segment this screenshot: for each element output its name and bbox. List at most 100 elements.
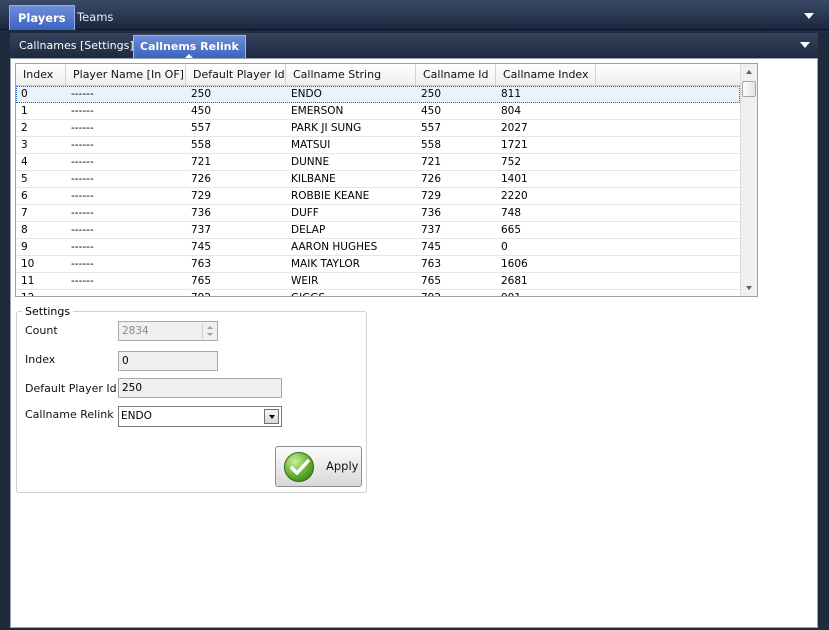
- chevron-down-icon[interactable]: [800, 42, 810, 48]
- cell-callname-id: 721: [421, 156, 442, 168]
- cell-callname-id: 792: [416, 290, 496, 296]
- chevron-down-icon[interactable]: [804, 13, 814, 19]
- column-header-callname-string[interactable]: Callname String: [286, 64, 416, 86]
- cell-default-player-id: 721: [191, 156, 212, 168]
- cell-player-name: ------: [71, 88, 94, 100]
- cell-default-player-id: 765: [191, 275, 212, 287]
- table-row[interactable]: 12------792GIGGS792901: [16, 290, 740, 296]
- cell-player-name: ------: [71, 122, 94, 134]
- cell-player-name: ------: [71, 207, 94, 219]
- column-header-default-player-id[interactable]: Default Player Id: [186, 64, 286, 86]
- cell-callname-id: 736: [421, 207, 442, 219]
- cell-index: 4: [21, 156, 28, 168]
- table-row[interactable]: 11 ------ 765 WEIR 765 2681: [16, 273, 740, 290]
- grid-header: Index Player Name [In OF] Default Player…: [16, 64, 740, 86]
- cell-callname-string: MATSUI: [291, 139, 331, 151]
- table-row[interactable]: 2 ------ 557 PARK JI SUNG 557 2027: [16, 120, 740, 137]
- cell-callname-index: 811: [501, 88, 522, 100]
- cell-callname-string: KILBANE: [291, 173, 336, 185]
- cell-player-name: ------: [71, 224, 94, 236]
- cell-callname-string: WEIR: [291, 275, 319, 287]
- cell-index: 8: [21, 224, 28, 236]
- cell-callname-index: 1721: [501, 139, 528, 151]
- column-header-player-name[interactable]: Player Name [In OF]: [66, 64, 186, 86]
- cell-default-player-id: 792: [186, 290, 286, 296]
- tab-players[interactable]: Players: [9, 5, 75, 30]
- index-value: 0: [122, 355, 129, 367]
- table-row[interactable]: 3 ------ 558 MATSUI 558 1721: [16, 137, 740, 154]
- cell-callname-id: 745: [421, 241, 442, 253]
- tab-callnames-settings-label: Callnames [Settings]: [19, 39, 134, 52]
- callname-relink-select[interactable]: ENDO: [118, 406, 282, 427]
- cell-callname-index: 748: [501, 207, 522, 219]
- cell-index: 7: [21, 207, 28, 219]
- apply-button[interactable]: Apply: [275, 446, 362, 487]
- index-field[interactable]: 0: [118, 351, 218, 371]
- cell-index: 3: [21, 139, 28, 151]
- main-tab-strip: Players Teams: [0, 0, 829, 30]
- arrow-down-icon: [746, 286, 752, 290]
- default-player-id-field[interactable]: 250: [118, 378, 282, 398]
- dropdown-button[interactable]: [264, 409, 279, 424]
- cell-callname-string: DUNNE: [291, 156, 330, 168]
- scroll-up-button[interactable]: [741, 64, 757, 80]
- cell-default-player-id: 558: [191, 139, 212, 151]
- cell-player-name: ------: [71, 156, 94, 168]
- table-row[interactable]: 5 ------ 726 KILBANE 726 1401: [16, 171, 740, 188]
- cell-index: 0: [21, 88, 28, 100]
- tab-players-label: Players: [18, 11, 66, 25]
- cell-callname-index: 1401: [501, 173, 528, 185]
- cell-callname-id: 450: [421, 105, 442, 117]
- default-player-id-value: 250: [122, 382, 143, 394]
- table-row[interactable]: 6 ------ 729 ROBBIE KEANE 729 2220: [16, 188, 740, 205]
- default-player-id-label: Default Player Id: [25, 382, 117, 395]
- cell-player-name: ------: [71, 190, 94, 202]
- cell-index: 12: [16, 290, 66, 296]
- callname-relink-value: ENDO: [121, 410, 152, 422]
- callname-relink-label: Callname Relink: [25, 408, 114, 421]
- cell-callname-string: EMERSON: [291, 105, 344, 117]
- cell-player-name: ------: [71, 173, 94, 185]
- cell-default-player-id: 763: [191, 258, 212, 270]
- cell-player-name: ------: [71, 105, 94, 117]
- table-row[interactable]: 10 ------ 763 MAIK TAYLOR 763 1606: [16, 256, 740, 273]
- cell-default-player-id: 737: [191, 224, 212, 236]
- scroll-thumb[interactable]: [742, 81, 756, 97]
- table-row[interactable]: 4 ------ 721 DUNNE 721 752: [16, 154, 740, 171]
- table-row[interactable]: 9 ------ 745 AARON HUGHES 745 0: [16, 239, 740, 256]
- column-header-index[interactable]: Index: [16, 64, 66, 86]
- settings-group: Settings Count 2834 Index 0 Default Play…: [16, 305, 367, 493]
- table-row[interactable]: 1 ------ 450 EMERSON 450 804: [16, 103, 740, 120]
- count-value: 2834: [122, 325, 149, 337]
- cell-callname-id: 558: [421, 139, 442, 151]
- cell-callname-index: 804: [501, 105, 522, 117]
- tab-callnems-relink[interactable]: Callnems Relink: [133, 35, 246, 59]
- cell-index: 5: [21, 173, 28, 185]
- cell-callname-id: 557: [421, 122, 442, 134]
- cell-default-player-id: 726: [191, 173, 212, 185]
- scroll-down-button[interactable]: [741, 280, 757, 296]
- arrow-up-icon: [746, 70, 752, 74]
- count-stepper: 2834: [118, 321, 218, 341]
- cell-player-name: ------: [66, 290, 186, 296]
- column-header-callname-index[interactable]: Callname Index: [496, 64, 596, 86]
- cell-default-player-id: 736: [191, 207, 212, 219]
- grid-body: 0 ------ 250 ENDO 250 811 1 ------ 450 EMERSON 450…: [16, 86, 740, 296]
- cell-default-player-id: 450: [191, 105, 212, 117]
- cell-index: 10: [21, 258, 35, 270]
- cell-callname-index: 2681: [501, 275, 528, 287]
- cell-index: 11: [21, 275, 35, 287]
- tab-callnames-settings[interactable]: Callnames [Settings]: [13, 35, 140, 58]
- cell-default-player-id: 729: [191, 190, 212, 202]
- tab-teams[interactable]: Teams: [69, 5, 121, 30]
- grid-vertical-scrollbar[interactable]: [740, 64, 757, 296]
- cell-player-name: ------: [71, 241, 94, 253]
- table-row[interactable]: 7 ------ 736 DUFF 736 748: [16, 205, 740, 222]
- table-row[interactable]: 8 ------ 737 DELAP 737 665: [16, 222, 740, 239]
- cell-default-player-id: 250: [191, 88, 212, 100]
- table-row[interactable]: 0 ------ 250 ENDO 250 811: [16, 86, 740, 103]
- cell-callname-index: 0: [501, 241, 508, 253]
- callnames-grid[interactable]: Index Player Name [In OF] Default Player…: [15, 63, 758, 297]
- column-header-callname-id[interactable]: Callname Id: [416, 64, 496, 86]
- cell-index: 6: [21, 190, 28, 202]
